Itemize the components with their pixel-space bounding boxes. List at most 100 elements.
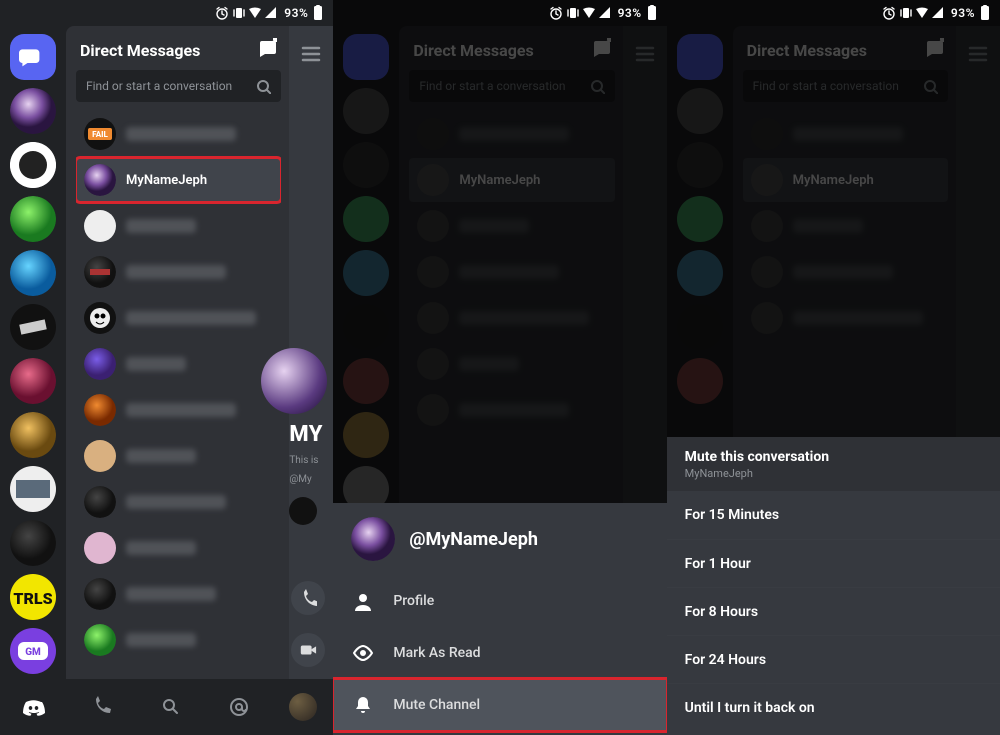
- dm-search-field[interactable]: Find or start a conversation: [76, 70, 281, 102]
- battery-percent: 93%: [951, 6, 975, 20]
- battery-icon: [980, 5, 990, 21]
- nav-profile[interactable]: [289, 693, 317, 721]
- three-panel-layout: 93% TRLS GM Direct Messages: [0, 0, 1000, 735]
- mute-option-label: For 15 Minutes: [685, 507, 779, 523]
- mute-option-label: For 24 Hours: [685, 652, 766, 668]
- dm-home-button[interactable]: [10, 34, 56, 80]
- sheet-avatar: [351, 517, 395, 561]
- chat-bubble-icon: [19, 46, 47, 68]
- server-item[interactable]: [10, 412, 56, 458]
- video-button[interactable]: [291, 633, 325, 667]
- mute-indefinite[interactable]: Until I turn it back on: [667, 683, 1000, 731]
- android-status-bar: 93%: [0, 0, 333, 26]
- hamburger-button[interactable]: [301, 44, 321, 68]
- server-item[interactable]: [10, 88, 56, 134]
- dm-item[interactable]: [76, 204, 281, 248]
- discord-logo-icon: [21, 696, 47, 718]
- server-item[interactable]: GM: [10, 628, 56, 674]
- redacted-name: [126, 541, 196, 555]
- avatar: [84, 624, 116, 656]
- mute-option-label: Until I turn it back on: [685, 700, 815, 716]
- battery-icon: [647, 5, 657, 21]
- phone-icon: [299, 589, 317, 607]
- new-message-icon: [257, 38, 277, 58]
- dm-item[interactable]: [76, 296, 281, 340]
- battery-percent: 93%: [618, 6, 642, 20]
- avatar: [84, 486, 116, 518]
- dm-item[interactable]: [76, 572, 281, 616]
- peek-line2: @My: [289, 474, 311, 485]
- android-status-bar: 93%: [333, 0, 666, 26]
- peek-name-fragment: MY: [289, 422, 323, 447]
- mute-option-label: For 8 Hours: [685, 604, 758, 620]
- sheet-username: @MyNameJeph: [409, 529, 538, 550]
- chat-peek-sliver[interactable]: MY This is @My: [289, 26, 333, 679]
- redacted-name: [126, 495, 226, 509]
- dm-item[interactable]: [76, 342, 281, 386]
- sheet-mark-read[interactable]: Mark As Read: [333, 627, 666, 679]
- dm-item[interactable]: [76, 388, 281, 432]
- battery-percent: 93%: [284, 6, 308, 20]
- dm-item[interactable]: [76, 526, 281, 570]
- redacted-name: [126, 403, 236, 417]
- dm-header: Direct Messages: [76, 38, 281, 70]
- redacted-name: [126, 357, 186, 371]
- redacted-name: [126, 633, 196, 647]
- avatar: [84, 532, 116, 564]
- mute-subtitle: MyNameJeph: [685, 467, 982, 480]
- server-item[interactable]: [10, 358, 56, 404]
- redacted-name: [126, 587, 216, 601]
- avatar: [84, 578, 116, 610]
- svg-text:FAIL: FAIL: [92, 130, 108, 139]
- nav-search[interactable]: [153, 689, 189, 725]
- dm-item-name: MyNameJeph: [126, 173, 207, 188]
- server-item[interactable]: [10, 142, 56, 188]
- mute-title: Mute this conversation: [685, 449, 982, 465]
- status-indicators: [882, 6, 946, 20]
- new-dm-button[interactable]: [257, 38, 277, 62]
- avatar: [84, 302, 116, 334]
- avatar: FAIL: [84, 118, 116, 150]
- call-button[interactable]: [291, 581, 325, 615]
- sheet-row-label: Mute Channel: [393, 697, 480, 713]
- panel-dm-list: 93% TRLS GM Direct Messages: [0, 0, 333, 735]
- mute-15-min[interactable]: For 15 Minutes: [667, 491, 1000, 539]
- server-item[interactable]: TRLS: [10, 574, 56, 620]
- avatar: [84, 394, 116, 426]
- phone-icon: [91, 696, 113, 718]
- redacted-name: [126, 449, 196, 463]
- bell-icon: [351, 695, 375, 715]
- dm-item[interactable]: [76, 618, 281, 662]
- nav-friends[interactable]: [84, 689, 120, 725]
- sheet-row-label: Profile: [393, 593, 434, 609]
- sheet-profile[interactable]: Profile: [333, 575, 666, 627]
- server-item[interactable]: [10, 520, 56, 566]
- server-rail[interactable]: TRLS GM: [0, 26, 66, 679]
- dm-item[interactable]: [76, 250, 281, 294]
- dm-header-title: Direct Messages: [80, 41, 200, 60]
- panel-context-menu: 93% Direct Messages Find or start a conv…: [333, 0, 666, 735]
- redacted-name: [126, 219, 196, 233]
- mute-1-hour[interactable]: For 1 Hour: [667, 539, 1000, 587]
- nav-mentions[interactable]: [221, 689, 257, 725]
- server-item[interactable]: [10, 196, 56, 242]
- eye-icon: [351, 643, 375, 663]
- peek-line1: This is: [289, 455, 318, 466]
- nav-discord[interactable]: [16, 689, 52, 725]
- dm-item[interactable]: FAIL: [76, 112, 281, 156]
- dm-item-selected[interactable]: MyNameJeph: [76, 158, 281, 202]
- dm-list[interactable]: FAIL MyNameJeph: [76, 112, 281, 671]
- server-item[interactable]: [10, 250, 56, 296]
- svg-text:GM: GM: [25, 647, 41, 658]
- mute-24-hours[interactable]: For 24 Hours: [667, 635, 1000, 683]
- bottom-nav: [0, 679, 333, 735]
- server-item[interactable]: [10, 304, 56, 350]
- search-icon: [161, 697, 181, 717]
- dm-item[interactable]: [76, 434, 281, 478]
- sheet-mute-channel[interactable]: Mute Channel: [333, 679, 666, 731]
- peek-avatar: [261, 348, 327, 414]
- dm-item[interactable]: [76, 480, 281, 524]
- video-icon: [299, 641, 317, 659]
- server-item[interactable]: [10, 466, 56, 512]
- mute-8-hours[interactable]: For 8 Hours: [667, 587, 1000, 635]
